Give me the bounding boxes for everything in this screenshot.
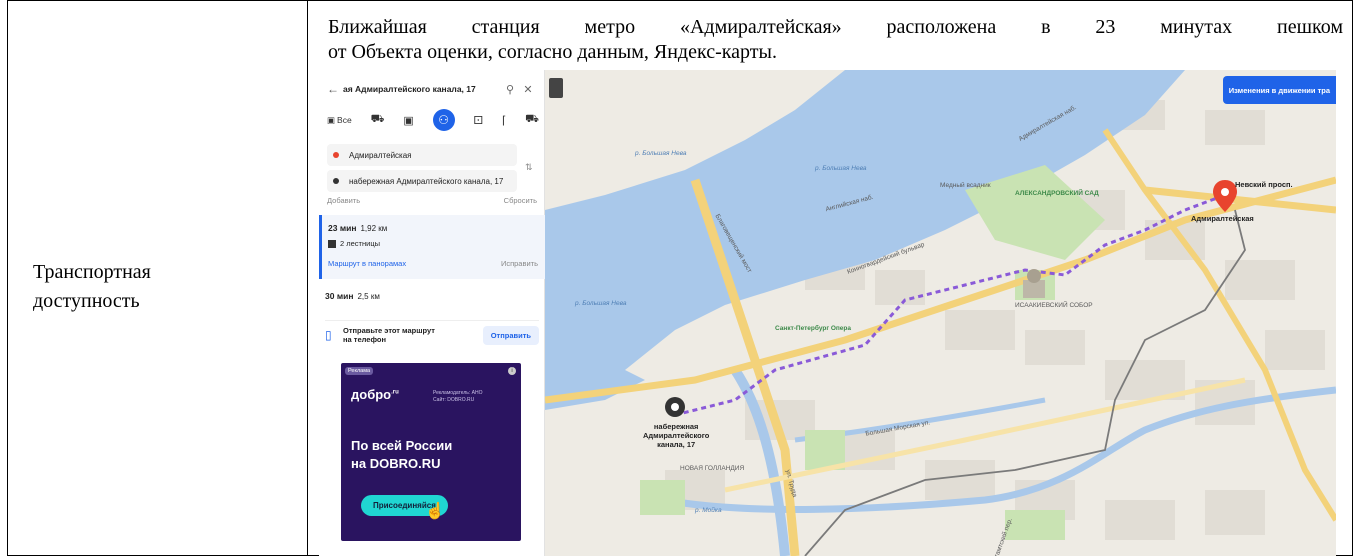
car-icon[interactable]: ⛟ — [371, 113, 385, 127]
park-3 — [1005, 510, 1065, 540]
map-canvas[interactable] — [544, 70, 1336, 556]
route-option-1[interactable]: 23 мин 1,92 км 2 лестницы Маршрут в панор… — [319, 215, 545, 279]
transport-modes: ▣ Все ⛟ ▣ ⚇ ⚀ ⌈ ⛟ — [327, 108, 539, 132]
search-input[interactable]: ая Адмиралтейского канала, 17 — [343, 84, 501, 94]
route2-distance: 2,5 км — [357, 292, 380, 301]
ad-logo-suffix: .ru — [391, 389, 399, 396]
close-icon[interactable]: ✕ — [519, 83, 537, 96]
pointer-hand-icon: ☝ — [425, 503, 445, 520]
route1-distance: 1,92 км — [360, 224, 388, 233]
add-button[interactable]: Добавить — [327, 196, 360, 205]
to-dot-icon — [333, 178, 339, 184]
panorama-link[interactable]: Маршрут в панорамах — [328, 259, 406, 268]
origin-pin[interactable] — [665, 397, 685, 417]
route1-links: Маршрут в панорамах Исправить — [328, 259, 538, 268]
label-moyka: р. Мойка — [695, 507, 722, 514]
cell-label-line2: доступность — [33, 290, 140, 312]
back-arrow-icon[interactable]: ← — [327, 82, 343, 96]
ad-advertiser-line1: Рекламодатель: АНО — [433, 390, 483, 396]
route-panel: ← ая Адмиралтейского канала, 17 ⚲ ✕ ▣ Все… — [319, 70, 545, 556]
label-isaac: ИСААКИЕВСКИЙ СОБОР — [1015, 302, 1093, 309]
label-neva-1: р. Большая Нева — [575, 300, 627, 307]
route1-summary: 23 мин 1,92 км — [328, 223, 387, 233]
cell-label: Транспортная доступность — [33, 258, 151, 316]
to-stop-field[interactable]: набережная Адмиралтейского канала, 17 — [327, 170, 517, 192]
label-spb-opera: Санкт-Петербург Опера — [775, 325, 852, 332]
send-text-line2: на телефон — [343, 335, 387, 344]
traffic-changes-button[interactable]: Изменения в движении тра — [1222, 76, 1336, 104]
swap-icon[interactable]: ⇅ — [525, 162, 533, 173]
label-new-holland: НОВАЯ ГОЛЛАНДИЯ — [680, 465, 745, 472]
phone-icon: ▯ — [325, 328, 332, 342]
all-modes-icon: ▣ — [327, 114, 336, 125]
from-stop-field[interactable]: Адмиралтейская — [327, 144, 517, 166]
advertisement-banner[interactable]: Реклама i добро.ru Рекламодатель: АНО Са… — [341, 363, 521, 541]
label-nevsky: Невский просп. — [1235, 180, 1293, 189]
map-screenshot: ← ая Адмиралтейского канала, 17 ⚲ ✕ ▣ Все… — [319, 70, 1336, 556]
label-admiralteyskaya: Адмиралтейская — [1191, 214, 1254, 223]
park-4 — [640, 480, 685, 515]
to-stop-label: набережная Адмиралтейского канала, 17 — [349, 176, 504, 186]
ad-headline: По всей России на DOBRO.RU — [351, 437, 452, 473]
bike-icon[interactable]: ⚀ — [474, 114, 484, 127]
from-dot-icon — [333, 152, 339, 158]
reset-button[interactable]: Сбросить — [504, 196, 537, 205]
ad-logo: добро.ru — [351, 387, 399, 402]
bus-icon[interactable]: ▣ — [403, 114, 413, 127]
taxi-icon[interactable]: ⛟ — [525, 113, 539, 127]
mode-all[interactable]: ▣ Все — [327, 115, 352, 126]
walk-icon[interactable]: ⚇ — [432, 109, 455, 131]
scooter-icon[interactable]: ⌈ — [502, 114, 506, 127]
search-icon[interactable]: ⚲ — [501, 83, 519, 96]
ad-advertiser-line2: Сайт: DOBRO.RU — [433, 397, 475, 403]
layers-button[interactable] — [549, 78, 563, 98]
mode-all-label: Все — [337, 115, 352, 125]
info-icon[interactable]: i — [508, 367, 516, 375]
ad-advertiser: Рекламодатель: АНО Сайт: DOBRO.RU — [433, 390, 483, 404]
stairs-icon — [328, 239, 336, 248]
label-neva-2: р. Большая Нева — [815, 165, 867, 172]
add-reset-row: Добавить Сбросить — [327, 196, 537, 205]
label-destination-line3: канала, 17 — [657, 440, 696, 449]
search-row: ← ая Адмиралтейского канала, 17 ⚲ ✕ — [327, 76, 537, 102]
send-button[interactable]: Отправить — [482, 325, 539, 345]
send-text: Отправьте этот маршрут на телефон — [343, 326, 483, 344]
label-medny: Медный всадник — [940, 182, 991, 189]
ad-tag: Реклама — [345, 367, 374, 375]
label-destination-line2: Адмиралтейского — [643, 431, 710, 440]
route2-time: 30 мин — [325, 291, 354, 301]
fix-link[interactable]: Исправить — [501, 259, 538, 268]
send-text-line1: Отправьте этот маршрут — [343, 326, 435, 335]
route-option-2[interactable]: 30 мин 2,5 км — [325, 291, 380, 301]
description-paragraph: Ближайшая станция метро «Адмиралтейская»… — [328, 15, 1343, 65]
route1-time: 23 мин — [328, 223, 357, 233]
label-neva-3: р. Большая Нева — [635, 150, 687, 157]
map-area[interactable]: Изменения в движении тра р. Большая Нева… — [544, 70, 1336, 556]
ad-headline-line1: По всей России — [351, 438, 453, 453]
description-line1: Ближайшая станция метро «Адмиралтейская»… — [328, 16, 1343, 38]
ad-headline-line2: на DOBRO.RU — [351, 456, 441, 471]
from-stop-label: Адмиралтейская — [349, 150, 412, 160]
label-destination-line1: набережная — [653, 422, 699, 431]
cell-label-line1: Транспортная — [33, 261, 151, 283]
route1-stairs: 2 лестницы — [328, 239, 380, 248]
label-destination: набережная Адмиралтейского канала, 17 — [643, 422, 709, 449]
send-to-phone-row: ▯ Отправьте этот маршрут на телефон Отпр… — [325, 320, 539, 349]
label-alexander-garden: АЛЕКСАНДРОВСКИЙ САД — [1015, 190, 1099, 197]
ad-logo-text: добро — [351, 387, 392, 402]
description-line2: от Объекта оценки, согласно данным, Янде… — [328, 41, 777, 63]
route1-stairs-label: 2 лестницы — [340, 239, 381, 248]
left-cell: Транспортная доступность — [8, 1, 307, 555]
